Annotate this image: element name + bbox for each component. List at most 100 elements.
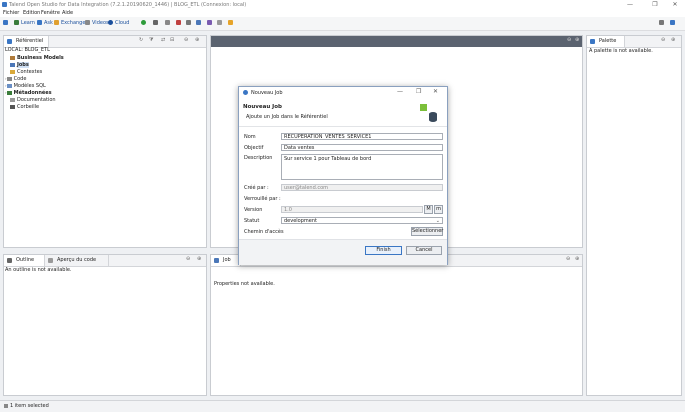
minimize-button[interactable]: —: [620, 0, 640, 9]
component-icon[interactable]: [165, 20, 170, 25]
refresh-icon[interactable]: ↻: [139, 37, 143, 43]
job-properties-panel: Job ⊖ ⊕ Properties not available.: [210, 254, 583, 396]
video-icon: [85, 20, 90, 25]
editor-maximize-icon[interactable]: ⊕: [575, 37, 579, 43]
repo-item-code[interactable]: ›Code: [5, 76, 26, 82]
doc-icon: [10, 97, 15, 102]
repository-icon: [7, 39, 12, 44]
nom-input[interactable]: RECUPERATION_VENTES_SERVICE1: [281, 133, 443, 140]
palette-minimize-icon[interactable]: ⊖: [661, 37, 665, 43]
palette-maximize-icon[interactable]: ⊕: [671, 37, 675, 43]
tab-apercu-code[interactable]: Aperçu du code: [45, 255, 109, 266]
dialog-title-bar: Nouveau Job — ❐ ✕: [239, 87, 447, 98]
sql-icon: [6, 83, 12, 88]
statut-label: Statut: [244, 218, 260, 224]
edit-icon[interactable]: [186, 20, 191, 25]
editor-minimize-icon[interactable]: ⊖: [567, 37, 571, 43]
palette-message: A palette is not available.: [589, 48, 653, 54]
star-icon[interactable]: [228, 20, 233, 25]
palette-icon: [590, 39, 595, 44]
menu-bar: Fichier Edition Fenêtre Aide: [0, 9, 685, 17]
import-icon[interactable]: [207, 20, 212, 25]
menu-aide[interactable]: Aide: [62, 10, 73, 16]
toolbar-ask-link[interactable]: Ask: [44, 20, 53, 26]
outline-maximize-icon[interactable]: ⊕: [197, 256, 201, 262]
version-minor-button[interactable]: m: [434, 205, 443, 214]
dialog-header: Nouveau Job Ajoute un Job dans le Référe…: [239, 98, 447, 127]
repository-panel: Référentiel ↻ ⧩ ⇄ ⊟ ⊖ ⊕ LOCAL: BLOG_ETL …: [3, 35, 207, 248]
dialog-app-icon: [243, 90, 248, 95]
repo-item-metadonnees[interactable]: ›Métadonnées: [5, 90, 52, 96]
save-icon[interactable]: [3, 20, 8, 25]
repo-item-jobs[interactable]: Jobs: [10, 62, 29, 68]
maximize-panel-icon[interactable]: ⊕: [195, 37, 199, 43]
export-icon[interactable]: [196, 20, 201, 25]
cree-par-label: Créé par :: [244, 185, 269, 191]
collapse-icon[interactable]: ⊟: [170, 37, 174, 43]
objectif-label: Objectif: [244, 145, 264, 151]
toolbar-exchange-link[interactable]: Exchange: [61, 20, 85, 26]
repo-item-business-models[interactable]: Business Models: [10, 55, 64, 61]
dialog-title: Nouveau Job: [251, 90, 283, 96]
ask-icon: [37, 20, 42, 25]
job-minimize-icon[interactable]: ⊖: [566, 256, 570, 262]
toolbar-learn-link[interactable]: Learn: [21, 20, 35, 26]
code-preview-icon: [48, 258, 53, 263]
perspective-icon[interactable]: [659, 20, 664, 25]
dialog-minimize-button[interactable]: —: [397, 88, 403, 95]
toolbar-videos-link[interactable]: Videos: [92, 20, 109, 26]
new-job-dialog: Nouveau Job — ❐ ✕ Nouveau Job Ajoute un …: [238, 86, 448, 265]
chemin-label: Chemin d'accès: [244, 229, 284, 235]
tab-job[interactable]: Job: [211, 255, 241, 266]
outline-icon: [7, 258, 12, 263]
cloud-icon: [108, 20, 113, 25]
version-major-button[interactable]: M: [424, 205, 433, 214]
filter-icon[interactable]: ⧩: [149, 37, 153, 43]
job-maximize-icon[interactable]: ⊕: [575, 256, 579, 262]
repo-item-corbeille[interactable]: Corbeille: [10, 104, 39, 110]
tab-referentiel[interactable]: Référentiel: [4, 36, 49, 47]
run-icon[interactable]: [141, 20, 146, 25]
dialog-maximize-button[interactable]: ❐: [416, 88, 421, 95]
outline-panel: Outline Aperçu du code ⊖ ⊕ An outline is…: [3, 254, 207, 396]
outline-message: An outline is not available.: [5, 267, 72, 273]
stop-icon[interactable]: [176, 20, 181, 25]
job-icon: [214, 258, 219, 263]
finish-button[interactable]: Finish: [365, 246, 402, 255]
maximize-button[interactable]: ❐: [645, 0, 665, 9]
repo-item-documentation[interactable]: Documentation: [10, 97, 56, 103]
cancel-button[interactable]: Cancel: [406, 246, 442, 255]
objectif-input[interactable]: Data ventes: [281, 144, 443, 151]
menu-fichier[interactable]: Fichier: [3, 10, 19, 16]
minimize-panel-icon[interactable]: ⊖: [184, 37, 188, 43]
code-icon: [6, 76, 12, 81]
repo-item-contextes[interactable]: Contextes: [10, 69, 42, 75]
repo-item-modeles-sql[interactable]: ›Modèles SQL: [5, 83, 46, 89]
dialog-close-button[interactable]: ✕: [433, 88, 438, 95]
dialog-subheading: Ajoute un Job dans le Référentiel: [246, 114, 328, 120]
window-title: Talend Open Studio for Data Integration …: [9, 1, 247, 8]
trash-icon: [10, 104, 15, 109]
main-toolbar: Learn Ask Exchange Videos Cloud: [0, 17, 685, 31]
chart-icon[interactable]: [217, 20, 222, 25]
statut-select[interactable]: development ⌄: [281, 217, 443, 224]
integration-perspective-icon[interactable]: [670, 20, 675, 25]
window-title-bar: Talend Open Studio for Data Integration …: [0, 0, 685, 9]
close-button[interactable]: ✕: [665, 0, 685, 9]
debug-icon[interactable]: [153, 20, 158, 25]
selectionner-button[interactable]: Sélectionner: [411, 227, 443, 236]
toolbar-cloud-link[interactable]: Cloud: [115, 20, 129, 26]
status-bar: 1 item selected: [0, 400, 685, 412]
exchange-icon: [54, 20, 59, 25]
description-textarea[interactable]: Sur service 1 pour Tableau de bord: [281, 154, 443, 180]
editor-tab-strip: [211, 36, 582, 47]
outline-minimize-icon[interactable]: ⊖: [186, 256, 190, 262]
link-icon[interactable]: ⇄: [161, 37, 165, 43]
tab-outline[interactable]: Outline: [4, 255, 45, 266]
tab-palette[interactable]: Palette: [587, 36, 625, 47]
menu-fenetre[interactable]: Fenêtre: [41, 10, 60, 16]
repository-root: LOCAL: BLOG_ETL: [5, 47, 50, 53]
job-wizard-icon: [420, 104, 427, 111]
menu-edition[interactable]: Edition: [23, 10, 40, 16]
jobs-icon: [10, 62, 15, 67]
